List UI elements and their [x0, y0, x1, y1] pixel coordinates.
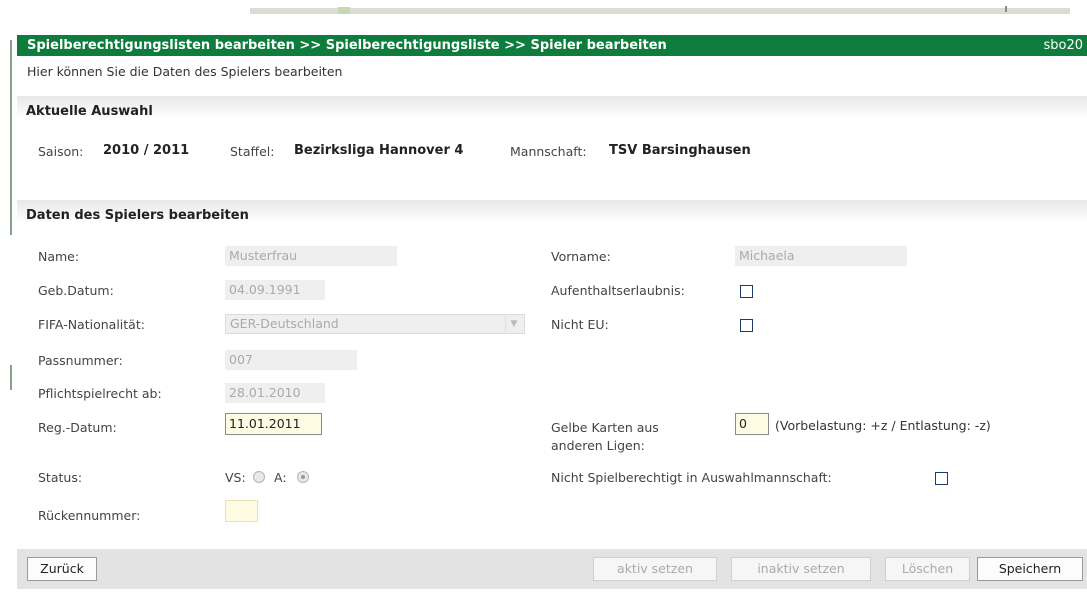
- activate-button[interactable]: aktiv setzen: [593, 557, 717, 581]
- jersey-number-input[interactable]: [225, 500, 258, 522]
- passport-label: Passnummer:: [38, 353, 123, 368]
- left-border-line: [10, 365, 12, 390]
- top-decoration-mark: [338, 7, 350, 14]
- team-label: Mannschaft:: [510, 144, 587, 159]
- yellow-cards-label-line2: anderen Ligen:: [551, 438, 645, 453]
- delete-button[interactable]: Löschen: [885, 557, 970, 581]
- mandatory-match-right-label: Pflichtspielrecht ab:: [38, 386, 162, 401]
- page-code: sbo20: [1043, 38, 1083, 53]
- yellow-cards-label-line1: Gelbe Karten aus: [551, 420, 659, 435]
- status-label: Status:: [38, 470, 83, 485]
- team-value: TSV Barsinghausen: [609, 143, 751, 158]
- current-selection-title: Aktuelle Auswahl: [26, 104, 153, 119]
- mandatory-match-right-field[interactable]: 28.01.2010: [225, 383, 325, 403]
- residence-permit-label: Aufenthaltserlaubnis:: [551, 283, 685, 298]
- yellow-cards-hint: (Vorbelastung: +z / Entlastung: -z): [775, 418, 991, 433]
- nationality-label: FIFA-Nationalität:: [38, 317, 145, 332]
- current-selection-panel: Aktuelle Auswahl Saison: 2010 / 2011 Sta…: [17, 96, 1087, 179]
- save-button[interactable]: Speichern: [977, 557, 1083, 581]
- yellow-cards-input[interactable]: 0: [735, 413, 769, 435]
- status-vs-radio[interactable]: [253, 471, 265, 483]
- intro-text: Hier können Sie die Daten des Spielers b…: [27, 64, 343, 79]
- name-label: Name:: [38, 249, 80, 264]
- top-decoration-tick: [1005, 6, 1007, 12]
- player-data-title: Daten des Spielers bearbeiten: [26, 208, 249, 223]
- dob-field[interactable]: 04.09.1991: [225, 280, 325, 300]
- season-label: Saison:: [38, 144, 84, 159]
- league-value: Bezirksliga Hannover 4: [294, 143, 464, 158]
- jersey-number-label: Rückennummer:: [38, 508, 141, 523]
- title-bar: Spielberechtigungslisten bearbeiten >> S…: [17, 35, 1087, 56]
- registration-date-label: Reg.-Datum:: [38, 420, 117, 435]
- not-eligible-selection-team-label: Nicht Spielberechtigt in Auswahlmannscha…: [551, 470, 832, 485]
- registration-date-input[interactable]: 11.01.2011: [225, 413, 322, 435]
- not-eligible-selection-team-checkbox[interactable]: [935, 472, 948, 485]
- left-border-line: [10, 40, 12, 235]
- non-eu-label: Nicht EU:: [551, 317, 609, 332]
- nationality-select[interactable]: GER-Deutschland ▼: [225, 314, 525, 334]
- status-a-radio[interactable]: [297, 471, 309, 483]
- browser-top-strip: [0, 0, 1087, 22]
- status-a-label: A:: [274, 470, 287, 485]
- league-label: Staffel:: [230, 144, 275, 159]
- back-button[interactable]: Zurück: [27, 557, 97, 581]
- dob-label: Geb.Datum:: [38, 283, 114, 298]
- breadcrumb: Spielberechtigungslisten bearbeiten >> S…: [27, 38, 667, 53]
- name-field[interactable]: Musterfrau: [225, 246, 397, 266]
- residence-permit-checkbox[interactable]: [740, 285, 753, 298]
- button-bar: Zurück aktiv setzen inaktiv setzen Lösch…: [17, 549, 1087, 589]
- player-data-panel: Daten des Spielers bearbeiten Name: Must…: [17, 200, 1087, 545]
- deactivate-button[interactable]: inaktiv setzen: [731, 557, 871, 581]
- firstname-label: Vorname:: [551, 249, 611, 264]
- passport-field[interactable]: 007: [225, 350, 357, 370]
- top-decoration: [250, 8, 1070, 14]
- non-eu-checkbox[interactable]: [740, 319, 753, 332]
- nationality-value: GER-Deutschland: [230, 316, 339, 331]
- season-value: 2010 / 2011: [103, 143, 190, 158]
- chevron-down-icon: ▼: [505, 316, 522, 332]
- status-vs-label: VS:: [225, 470, 246, 485]
- firstname-field[interactable]: Michaela: [735, 246, 907, 266]
